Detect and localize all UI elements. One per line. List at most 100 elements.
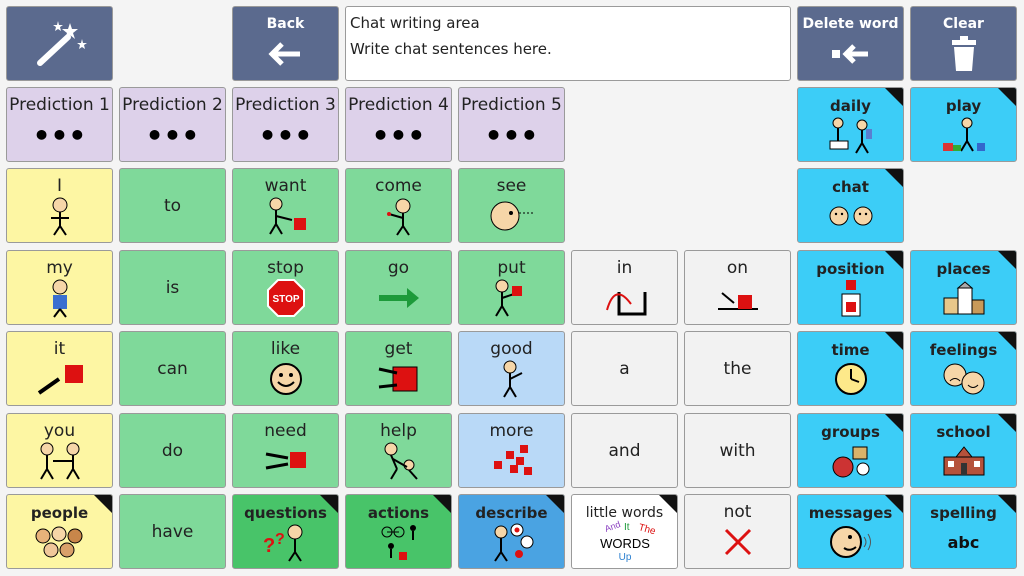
folder-people[interactable]: people bbox=[6, 494, 113, 569]
word-to[interactable]: to bbox=[119, 168, 226, 243]
folder-time[interactable]: time bbox=[797, 331, 904, 406]
prediction-4-button[interactable]: Prediction 4 ••• bbox=[345, 87, 452, 162]
word-have[interactable]: have bbox=[119, 494, 226, 569]
word-label: stop bbox=[267, 258, 304, 278]
prediction-5-label: Prediction 5 bbox=[461, 95, 562, 115]
folder-chat[interactable]: chat bbox=[797, 168, 904, 243]
word-a[interactable]: a bbox=[571, 331, 678, 406]
prediction-3-button[interactable]: Prediction 3 ••• bbox=[232, 87, 339, 162]
spelling-label: spelling bbox=[930, 504, 997, 522]
word-the[interactable]: the bbox=[684, 331, 791, 406]
word-label: with bbox=[719, 440, 756, 461]
word-like[interactable]: like bbox=[232, 331, 339, 406]
on-surface-icon bbox=[685, 278, 790, 318]
word-do[interactable]: do bbox=[119, 413, 226, 488]
word-stop[interactable]: stop STOP bbox=[232, 250, 339, 325]
word-label: come bbox=[375, 176, 422, 196]
word-need[interactable]: need bbox=[232, 413, 339, 488]
ellipsis-icon: ••• bbox=[258, 118, 313, 152]
art-words: WORDS bbox=[600, 536, 650, 551]
delete-word-label: Delete word bbox=[802, 16, 899, 32]
word-label: go bbox=[387, 258, 410, 278]
back-button[interactable]: Back bbox=[232, 6, 339, 81]
folder-feelings[interactable]: feelings bbox=[910, 331, 1017, 406]
word-label: it bbox=[53, 339, 66, 359]
folder-describe[interactable]: describe bbox=[458, 494, 565, 569]
position-box-icon bbox=[798, 278, 903, 318]
word-on[interactable]: on bbox=[684, 250, 791, 325]
word-go[interactable]: go bbox=[345, 250, 452, 325]
word-get[interactable]: get bbox=[345, 331, 452, 406]
art-and: And bbox=[603, 520, 621, 534]
folder-messages[interactable]: messages bbox=[797, 494, 904, 569]
time-label: time bbox=[831, 341, 870, 359]
prediction-1-button[interactable]: Prediction 1 ••• bbox=[6, 87, 113, 162]
clock-icon bbox=[798, 359, 903, 399]
prediction-5-button[interactable]: Prediction 5 ••• bbox=[458, 87, 565, 162]
word-want[interactable]: want bbox=[232, 168, 339, 243]
word-and[interactable]: and bbox=[571, 413, 678, 488]
word-it[interactable]: it bbox=[6, 331, 113, 406]
word-more[interactable]: more bbox=[458, 413, 565, 488]
folder-spelling[interactable]: spelling abc bbox=[910, 494, 1017, 569]
folder-questions[interactable]: questions ?? bbox=[232, 494, 339, 569]
ellipsis-icon: ••• bbox=[371, 118, 426, 152]
folder-position[interactable]: position bbox=[797, 250, 904, 325]
folder-places[interactable]: places bbox=[910, 250, 1017, 325]
word-in[interactable]: in bbox=[571, 250, 678, 325]
word-i[interactable]: I bbox=[6, 168, 113, 243]
chat-writing-area[interactable]: Chat writing area Write chat sentences h… bbox=[345, 6, 791, 81]
daily-routine-icon bbox=[798, 115, 903, 155]
folder-groups[interactable]: groups bbox=[797, 413, 904, 488]
person-self-icon bbox=[7, 196, 112, 236]
art-up: Up bbox=[618, 552, 631, 563]
magic-wand-button[interactable] bbox=[6, 6, 113, 81]
clear-button[interactable]: Clear bbox=[910, 6, 1017, 81]
word-not[interactable]: not bbox=[684, 494, 791, 569]
prediction-4-label: Prediction 4 bbox=[348, 95, 449, 115]
word-label: on bbox=[726, 258, 749, 278]
word-is[interactable]: is bbox=[119, 250, 226, 325]
word-label: the bbox=[723, 358, 752, 379]
prediction-2-button[interactable]: Prediction 2 ••• bbox=[119, 87, 226, 162]
daily-label: daily bbox=[830, 97, 871, 115]
back-label: Back bbox=[266, 16, 305, 32]
delete-word-button[interactable]: Delete word bbox=[797, 6, 904, 81]
questions-label: questions bbox=[244, 504, 327, 522]
word-label: and bbox=[608, 440, 641, 461]
school-building-icon bbox=[911, 441, 1016, 481]
word-put[interactable]: put bbox=[458, 250, 565, 325]
describe-label: describe bbox=[475, 504, 548, 522]
folder-daily[interactable]: daily bbox=[797, 87, 904, 162]
word-label: in bbox=[616, 258, 633, 278]
see-eyes-icon bbox=[459, 196, 564, 236]
word-my[interactable]: my bbox=[6, 250, 113, 325]
clear-label: Clear bbox=[943, 16, 984, 32]
folder-school[interactable]: school bbox=[910, 413, 1017, 488]
get-icon bbox=[346, 359, 451, 399]
word-label: do bbox=[161, 440, 184, 461]
chat-title: Chat writing area bbox=[350, 14, 480, 32]
describe-icon bbox=[459, 522, 564, 562]
feelings-faces-icon bbox=[911, 359, 1016, 399]
folder-actions[interactable]: actions bbox=[345, 494, 452, 569]
folder-little-words[interactable]: little words And It The WORDS Up bbox=[571, 494, 678, 569]
word-help[interactable]: help bbox=[345, 413, 452, 488]
svg-text:?: ? bbox=[263, 535, 275, 557]
word-can[interactable]: can bbox=[119, 331, 226, 406]
word-come[interactable]: come bbox=[345, 168, 452, 243]
you-pointing-icon bbox=[7, 441, 112, 481]
word-label: not bbox=[723, 502, 752, 522]
word-with[interactable]: with bbox=[684, 413, 791, 488]
word-see[interactable]: see bbox=[458, 168, 565, 243]
word-label: good bbox=[490, 339, 533, 359]
folder-play[interactable]: play bbox=[910, 87, 1017, 162]
word-you[interactable]: you bbox=[6, 413, 113, 488]
arrow-right-icon bbox=[346, 278, 451, 318]
smiley-face-icon bbox=[233, 359, 338, 399]
word-good[interactable]: good bbox=[458, 331, 565, 406]
little-words-art-icon: And It The WORDS Up bbox=[572, 520, 677, 564]
prediction-3-label: Prediction 3 bbox=[235, 95, 336, 115]
speaking-face-icon bbox=[798, 522, 903, 562]
word-label: you bbox=[43, 421, 76, 441]
